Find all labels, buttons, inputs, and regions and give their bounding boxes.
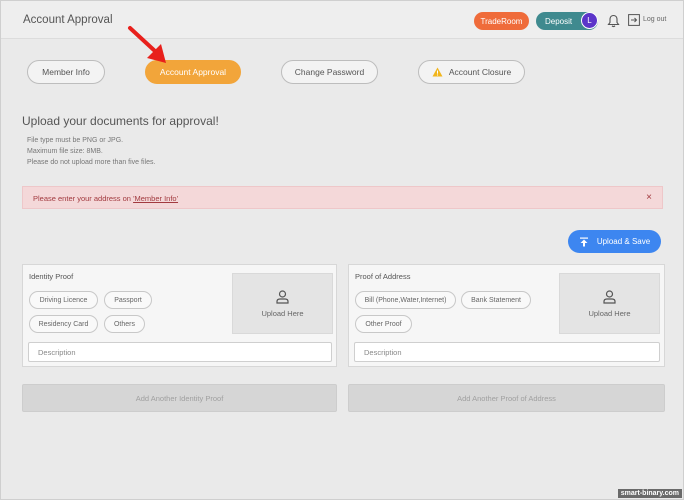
top-bar: Account Approval TradeRoom Deposit L Log… — [1, 1, 683, 39]
identity-upload-dropzone[interactable]: Upload Here — [232, 273, 333, 334]
user-icon — [603, 289, 616, 304]
upload-heading: Upload your documents for approval! — [22, 114, 219, 128]
upload-save-label: Upload & Save — [596, 237, 651, 246]
address-proof-card: Proof of Address Bill (Phone,Water,Inter… — [348, 264, 665, 367]
traderoom-button[interactable]: TradeRoom — [474, 12, 529, 30]
tab-label: Member Info — [42, 67, 90, 77]
chip-driving-licence[interactable]: Driving Licence — [29, 291, 98, 309]
address-description-input[interactable] — [354, 342, 660, 362]
card-title: Proof of Address — [355, 272, 411, 281]
identity-description-input[interactable] — [28, 342, 332, 362]
watermark: smart-binary.com — [617, 489, 682, 498]
user-icon — [276, 289, 289, 304]
upload-here-label: Upload Here — [261, 308, 304, 318]
bell-icon[interactable] — [607, 14, 620, 28]
address-upload-dropzone[interactable]: Upload Here — [559, 273, 660, 334]
alert-message: Please enter your address on 'Member Inf… — [33, 194, 178, 203]
upload-icon — [579, 237, 588, 246]
add-address-proof-button[interactable]: Add Another Proof of Address — [348, 384, 665, 412]
chip-passport[interactable]: Passport — [104, 291, 152, 309]
upload-here-label: Upload Here — [588, 308, 631, 318]
warning-icon — [432, 67, 443, 77]
chip-bank-statement[interactable]: Bank Statement — [461, 291, 531, 309]
alert-text: Please enter your address on — [33, 194, 134, 203]
tab-label: Change Password — [294, 67, 365, 77]
file-size-note: Maximum file size: 8MB. — [27, 148, 103, 155]
card-title: Identity Proof — [29, 272, 74, 281]
tab-change-password[interactable]: Change Password — [281, 60, 378, 84]
upload-save-button[interactable]: Upload & Save — [568, 230, 661, 253]
logout-link[interactable]: Log out — [643, 16, 666, 23]
file-count-note: Please do not upload more than five file… — [27, 159, 156, 166]
identity-proof-card: Identity Proof Driving Licence Passport … — [22, 264, 337, 367]
close-icon[interactable]: × — [646, 192, 652, 203]
file-type-note: File type must be PNG or JPG. — [27, 137, 124, 144]
chip-residency-card[interactable]: Residency Card — [29, 315, 98, 333]
member-info-link[interactable]: 'Member Info' — [133, 194, 178, 203]
tab-member-info[interactable]: Member Info — [27, 60, 105, 84]
chip-other-proof[interactable]: Other Proof — [355, 315, 412, 333]
chip-bill[interactable]: Bill (Phone,Water,Internet) — [355, 291, 456, 309]
logout-icon[interactable] — [628, 14, 640, 26]
tab-account-closure[interactable]: Account Closure — [418, 60, 525, 84]
tab-label: Account Closure — [448, 67, 512, 77]
avatar[interactable]: L — [581, 12, 598, 29]
chip-others[interactable]: Others — [104, 315, 145, 333]
annotation-arrow-icon — [128, 26, 166, 63]
add-identity-proof-button[interactable]: Add Another Identity Proof — [22, 384, 337, 412]
tab-label: Account Approval — [159, 67, 227, 77]
address-alert: Please enter your address on 'Member Inf… — [22, 186, 663, 209]
page-title: Account Approval — [23, 14, 113, 26]
